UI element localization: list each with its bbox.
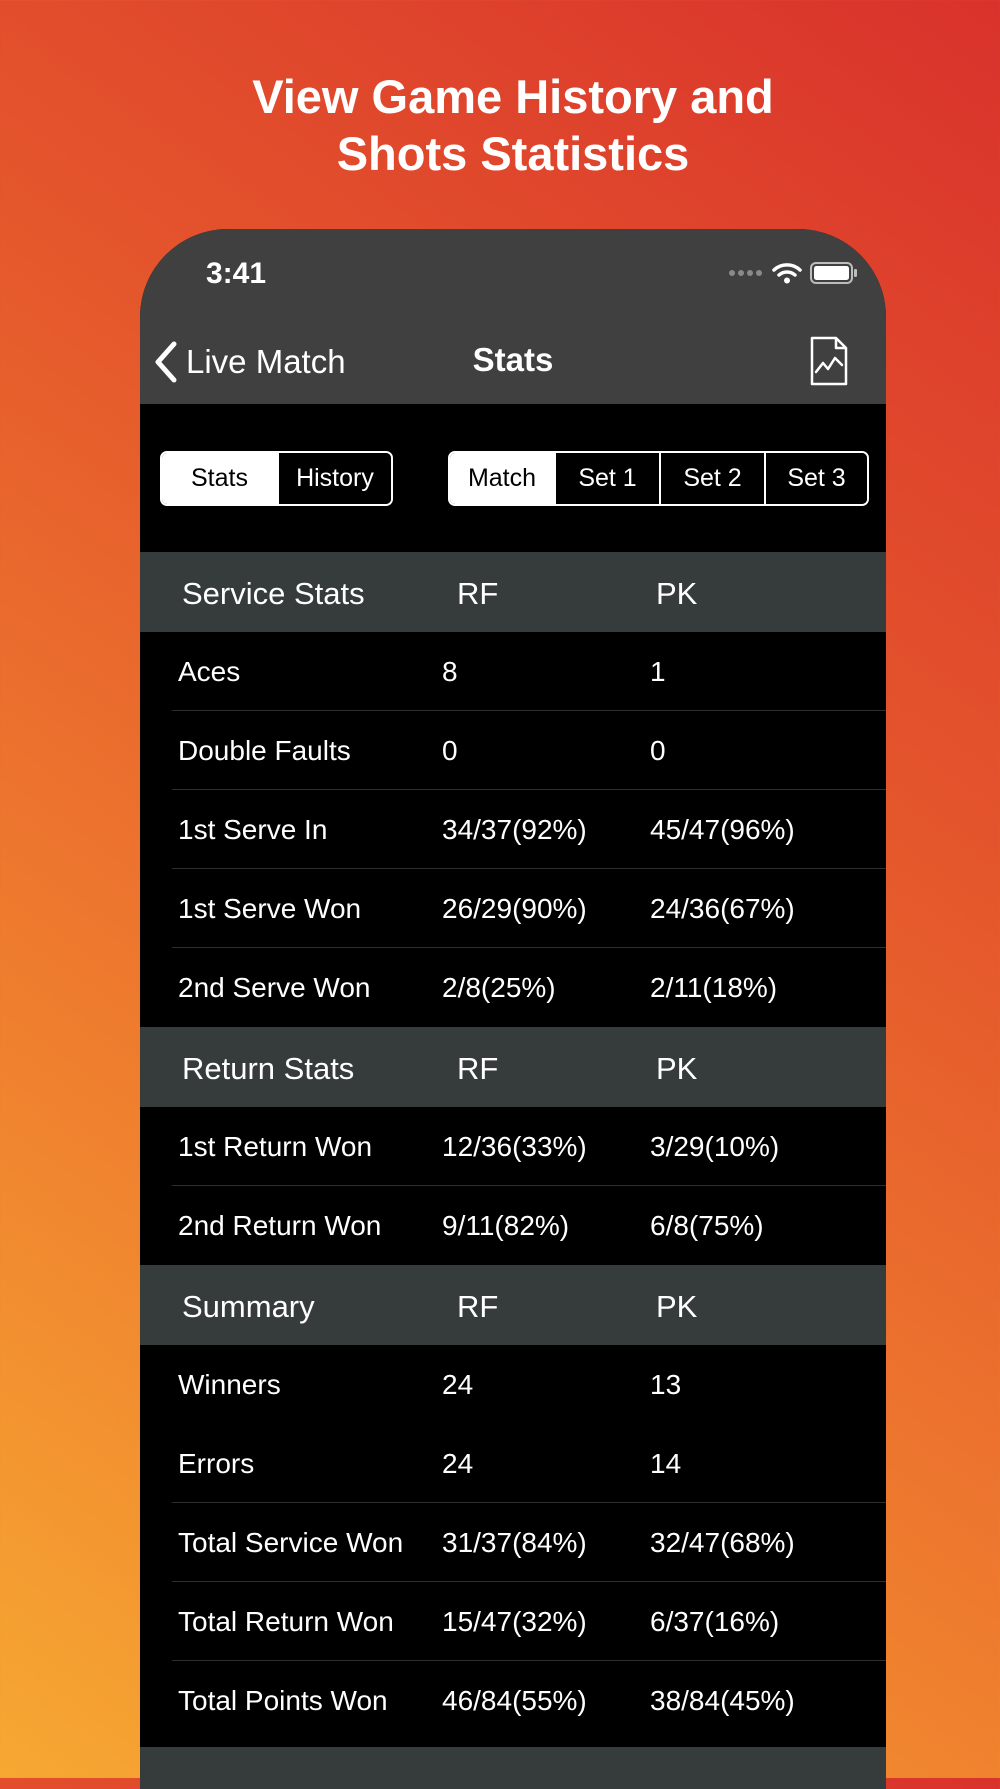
table-row: Total Return Won 15/47(32%) 6/37(16%) (140, 1582, 886, 1661)
stat-label: 2nd Serve Won (178, 972, 371, 1003)
player2-header: PK (656, 1051, 698, 1086)
player1-value: 46/84(55%) (442, 1685, 587, 1716)
export-chart-button[interactable] (810, 336, 848, 391)
player1-value: 34/37(92%) (442, 814, 587, 845)
back-button[interactable]: Live Match (154, 341, 346, 383)
promo-headline: View Game History and Shots Statistics (0, 68, 1000, 182)
chart-document-icon (810, 336, 848, 386)
player2-value: 6/37(16%) (650, 1606, 780, 1637)
player1-value: 24 (442, 1369, 474, 1400)
player2-value: 0 (650, 735, 666, 766)
segment-stats[interactable]: Stats (162, 453, 277, 504)
segment-set-1[interactable]: Set 1 (554, 453, 659, 504)
view-segmented-control: Stats History (160, 451, 393, 506)
player1-value: 26/29(90%) (442, 893, 587, 924)
stat-label: 2nd Return Won (178, 1210, 382, 1241)
player1-header: RF (457, 576, 499, 611)
chevron-left-icon (155, 341, 177, 383)
player1-value: 9/11(82%) (442, 1210, 570, 1241)
table-row: 2nd Serve Won 2/8(25%) 2/11(18%) (140, 948, 886, 1027)
section-title: Summary (182, 1289, 315, 1324)
promo-headline-line2: Shots Statistics (336, 127, 690, 180)
player1-value: 8 (442, 656, 458, 687)
player1-value: 2/8(25%) (442, 972, 556, 1003)
stat-label: Total Return Won (178, 1606, 394, 1637)
table-row: Total Service Won 31/37(84%) 32/47(68%) (140, 1503, 886, 1582)
next-section-header-strip (140, 1747, 886, 1789)
segment-history[interactable]: History (276, 453, 391, 504)
section-title: Service Stats (182, 576, 365, 611)
period-segmented-control: Match Set 1 Set 2 Set 3 (448, 451, 869, 506)
table-row: 1st Serve In 34/37(92%) 45/47(96%) (140, 790, 886, 869)
player2-value: 2/11(18%) (650, 972, 778, 1003)
stat-label: Winners (178, 1369, 281, 1400)
stat-label: 1st Serve In (178, 814, 328, 845)
table-row: Aces 8 1 (140, 632, 886, 711)
segment-set-3[interactable]: Set 3 (764, 453, 867, 504)
segment-set-2[interactable]: Set 2 (659, 453, 764, 504)
player2-value: 45/47(96%) (650, 814, 795, 845)
stats-table: Service Stats RF PK Aces 8 1 Double Faul… (140, 552, 886, 1740)
player2-value: 32/47(68%) (650, 1527, 795, 1558)
player1-header: RF (457, 1289, 499, 1324)
battery-icon (810, 262, 857, 284)
player2-value: 3/29(10%) (650, 1131, 780, 1162)
stat-label: Errors (178, 1448, 255, 1479)
player1-value: 15/47(32%) (442, 1606, 587, 1637)
table-row: 1st Return Won 12/36(33%) 3/29(10%) (140, 1107, 886, 1186)
player1-value: 12/36(33%) (442, 1131, 587, 1162)
stat-label: 1st Return Won (178, 1131, 373, 1162)
table-row: Double Faults 0 0 (140, 711, 886, 790)
stat-label: Aces (178, 656, 241, 687)
table-row: 2nd Return Won 9/11(82%) 6/8(75%) (140, 1186, 886, 1265)
stat-label: Double Faults (178, 735, 351, 766)
player1-value: 0 (442, 735, 458, 766)
player2-header: PK (656, 576, 698, 611)
table-row: Winners 24 13 (140, 1345, 886, 1424)
section-header-service: Service Stats RF PK (140, 552, 886, 632)
back-button-label: Live Match (186, 343, 346, 380)
stat-label: Total Points Won (178, 1685, 388, 1716)
table-row: 1st Serve Won 26/29(90%) 24/36(67%) (140, 869, 886, 948)
player2-header: PK (656, 1289, 698, 1324)
segment-match[interactable]: Match (450, 453, 554, 504)
status-time: 3:41 (206, 257, 267, 290)
table-row: Total Points Won 46/84(55%) 38/84(45%) (140, 1661, 886, 1740)
player2-value: 24/36(67%) (650, 893, 795, 924)
status-icons (728, 261, 858, 285)
player1-value: 31/37(84%) (442, 1527, 587, 1558)
stat-label: 1st Serve Won (178, 893, 362, 924)
navigation-bar: 3:41 Live Match Stats (140, 229, 886, 404)
player2-value: 6/8(75%) (650, 1210, 764, 1241)
player2-value: 1 (650, 656, 666, 687)
section-title: Return Stats (182, 1051, 355, 1086)
player1-value: 24 (442, 1448, 474, 1479)
stat-label: Total Service Won (178, 1527, 404, 1558)
promo-headline-line1: View Game History and (252, 70, 774, 123)
signal-dots-icon (729, 270, 762, 276)
phone-screen: 3:41 Live Match Stats Stats History Matc… (140, 229, 886, 1789)
section-header-return: Return Stats RF PK (140, 1027, 886, 1107)
wifi-icon (772, 263, 802, 284)
player2-value: 38/84(45%) (650, 1685, 795, 1716)
section-header-summary: Summary RF PK (140, 1265, 886, 1345)
player2-value: 14 (650, 1448, 682, 1479)
player2-value: 13 (650, 1369, 682, 1400)
player1-header: RF (457, 1051, 499, 1086)
table-row: Errors 24 14 (140, 1424, 886, 1503)
